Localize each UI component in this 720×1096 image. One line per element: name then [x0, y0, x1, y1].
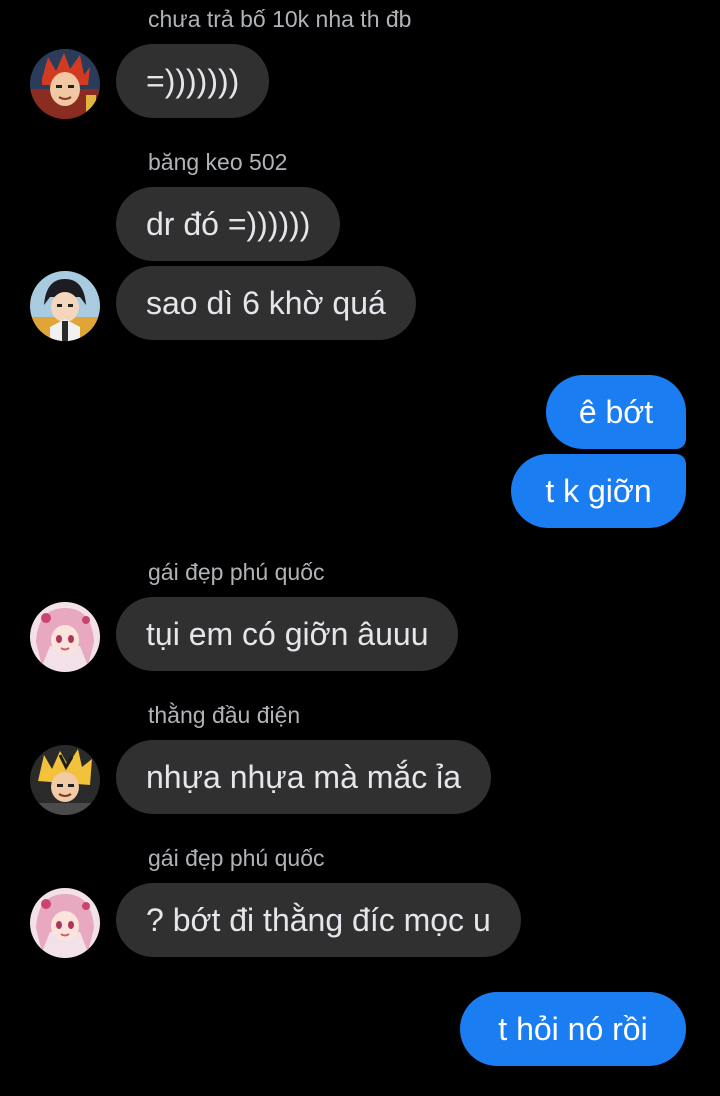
- incoming-message-bubble[interactable]: =))))))): [116, 44, 270, 118]
- black-hair-avatar-icon[interactable]: [30, 271, 100, 341]
- incoming-message-bubble[interactable]: tụi em có giỡn âuuu: [116, 597, 459, 671]
- sender-name: gái đẹp phú quốc: [148, 845, 325, 871]
- sender-name: gái đẹp phú quốc: [148, 559, 325, 585]
- sender-name: băng keo 502: [148, 149, 288, 175]
- incoming-message-bubble[interactable]: nhựa nhựa mà mắc ỉa: [116, 740, 491, 814]
- outgoing-message-bubble[interactable]: t hỏi nó rồi: [460, 992, 686, 1066]
- outgoing-message-bubble[interactable]: t k giỡn: [511, 454, 686, 528]
- sender-name: thằng đầu điện: [148, 702, 301, 728]
- outgoing-message-bubble[interactable]: ê bớt: [546, 375, 686, 449]
- sender-name: chưa trả bố 10k nha th đb: [148, 6, 412, 32]
- pink-hair-avatar-icon[interactable]: [30, 602, 100, 672]
- incoming-message-bubble[interactable]: dr đó =)))))): [116, 187, 341, 261]
- blonde-hair-avatar-icon[interactable]: [30, 745, 100, 815]
- incoming-message-bubble[interactable]: ? bớt đi thằng đíc mọc u: [116, 883, 521, 957]
- incoming-message-bubble[interactable]: sao dì 6 khờ quá: [116, 266, 416, 340]
- red-hair-avatar-icon[interactable]: [30, 49, 100, 119]
- pink-hair-avatar-icon[interactable]: [30, 888, 100, 958]
